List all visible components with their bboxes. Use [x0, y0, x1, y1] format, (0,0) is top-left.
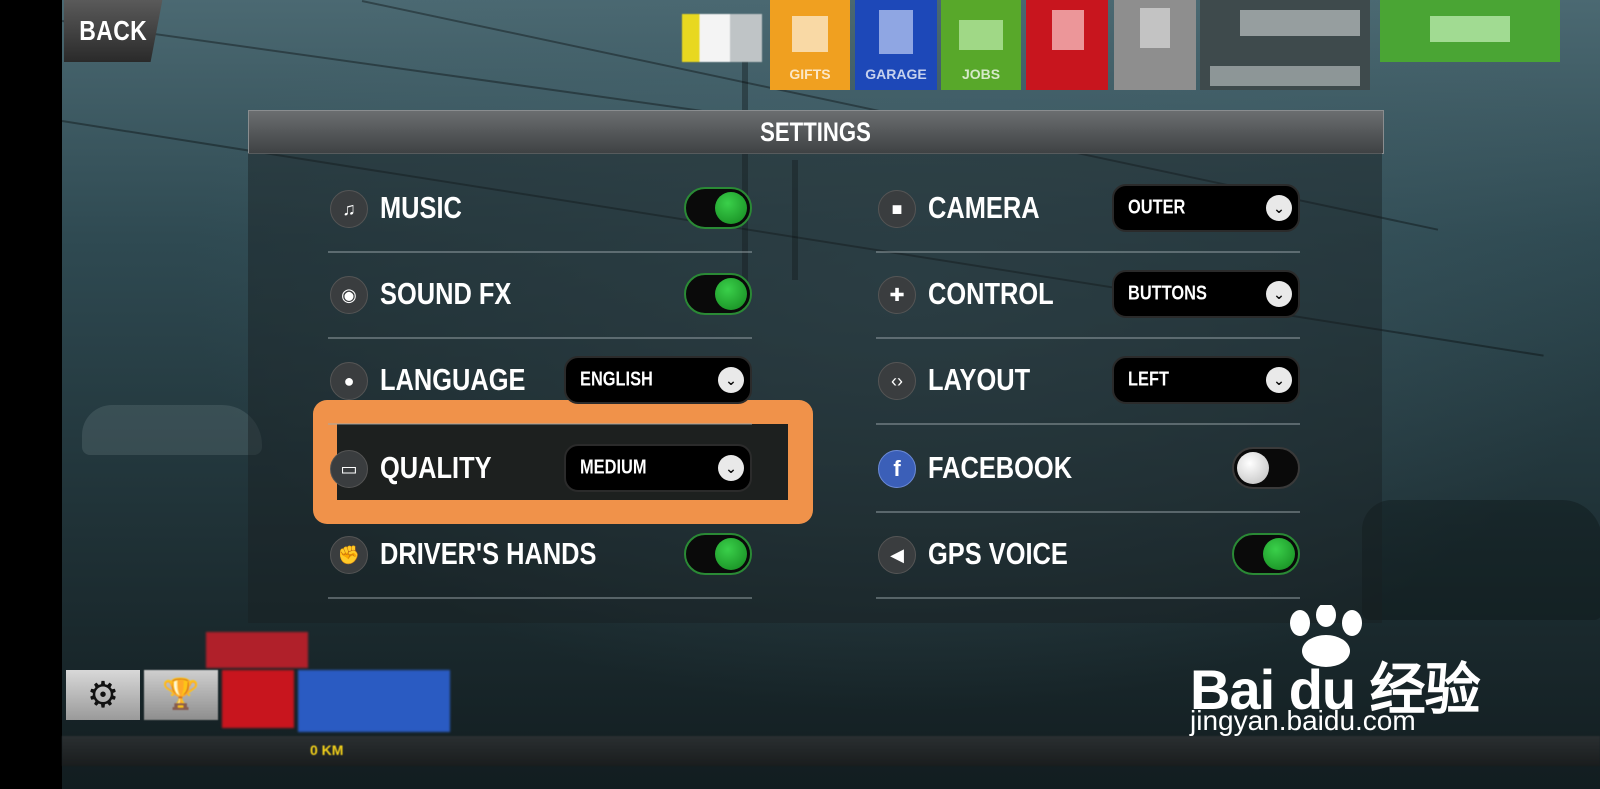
sound-fx-icon: ◉ — [330, 276, 368, 314]
setting-label: LAYOUT — [928, 362, 1031, 397]
select-value: ENGLISH — [580, 368, 653, 391]
back-button[interactable]: BACK — [64, 0, 163, 62]
drivers-hands-toggle[interactable] — [684, 533, 752, 575]
settings-title: SETTINGS — [760, 116, 872, 147]
setting-row-layout: ‹› LAYOUT LEFT ⌄ — [876, 337, 1300, 425]
setting-label: LANGUAGE — [380, 362, 526, 397]
setting-label: GPS VOICE — [928, 536, 1068, 571]
settings-title-bar: SETTINGS — [248, 110, 1384, 154]
gifts-tile[interactable]: GIFTS — [770, 0, 850, 90]
hand-icon: ✊ — [330, 536, 368, 574]
trophy-icon: 🏆 — [162, 678, 200, 711]
music-toggle[interactable] — [684, 187, 752, 229]
distance-readout: 0 KM — [310, 742, 344, 758]
camera-select[interactable]: OUTER ⌄ — [1112, 184, 1300, 232]
gear-icon: ⚙ — [86, 674, 120, 715]
facebook-toggle[interactable] — [1232, 447, 1300, 489]
jobs-label: JOBS — [961, 66, 1001, 82]
setting-label: MUSIC — [380, 190, 462, 225]
chevron-down-icon: ⌄ — [1266, 195, 1292, 221]
setting-label: SOUND FX — [380, 276, 512, 311]
grey-tile[interactable] — [1114, 0, 1196, 90]
setting-label: CONTROL — [928, 276, 1054, 311]
code-brackets-icon: ‹› — [878, 362, 916, 400]
garage-label: GARAGE — [865, 66, 927, 82]
toggle-knob — [1263, 538, 1295, 570]
red-tile[interactable] — [1026, 0, 1108, 90]
setting-label: DRIVER'S HANDS — [380, 536, 597, 571]
gifts-label: GIFTS — [789, 66, 831, 82]
gps-voice-toggle[interactable] — [1232, 533, 1300, 575]
setting-row-language: ● LANGUAGE ENGLISH ⌄ — [328, 337, 752, 425]
select-value: OUTER — [1128, 196, 1186, 219]
toggle-knob — [1237, 452, 1269, 484]
setting-row-control: ✚ CONTROL BUTTONS ⌄ — [876, 251, 1300, 339]
setting-label: FACEBOOK — [928, 450, 1073, 485]
monitor-icon: ▭ — [330, 450, 368, 488]
sound-fx-toggle[interactable] — [684, 273, 752, 315]
toggle-knob — [715, 278, 747, 310]
toggle-knob — [715, 538, 747, 570]
layout-select[interactable]: LEFT ⌄ — [1112, 356, 1300, 404]
green-right-tile[interactable] — [1380, 0, 1560, 62]
status-bar: 0 KM — [62, 736, 1600, 766]
music-note-icon: ♫ — [330, 190, 368, 228]
trophy-button[interactable]: 🏆 — [144, 670, 218, 720]
chevron-down-icon: ⌄ — [1266, 281, 1292, 307]
background-car — [82, 405, 262, 455]
jobs-tile[interactable]: JOBS — [941, 0, 1021, 90]
setting-row-quality: ▭ QUALITY MEDIUM ⌄ — [328, 425, 752, 513]
video-camera-icon: ■ — [878, 190, 916, 228]
chevron-down-icon: ⌄ — [718, 367, 744, 393]
baidu-watermark: Bai du 经验 jingyan.baidu.com — [1190, 605, 1481, 736]
facebook-share-button[interactable] — [298, 670, 450, 732]
coin-counter — [682, 14, 762, 62]
language-select[interactable]: ENGLISH ⌄ — [564, 356, 752, 404]
select-value: LEFT — [1128, 368, 1169, 391]
settings-gear-button[interactable]: ⚙ — [66, 670, 140, 720]
chevron-down-icon: ⌄ — [718, 455, 744, 481]
select-value: MEDIUM — [580, 456, 647, 479]
setting-row-music: ♫ MUSIC — [328, 165, 752, 253]
profile-tile[interactable] — [1200, 0, 1370, 90]
alert-button[interactable] — [222, 670, 294, 728]
control-select[interactable]: BUTTONS ⌄ — [1112, 270, 1300, 318]
setting-row-gps-voice: ◀ GPS VOICE — [876, 511, 1300, 599]
setting-label: QUALITY — [380, 450, 492, 485]
setting-label: CAMERA — [928, 190, 1040, 225]
facebook-icon: f — [878, 450, 916, 488]
quality-select[interactable]: MEDIUM ⌄ — [564, 444, 752, 492]
speaker-icon: ◀ — [878, 536, 916, 574]
gamepad-icon: ✚ — [878, 276, 916, 314]
select-value: BUTTONS — [1128, 282, 1207, 305]
setting-row-camera: ■ CAMERA OUTER ⌄ — [876, 165, 1300, 253]
setting-row-facebook: f FACEBOOK — [876, 425, 1300, 513]
setting-row-drivers-hands: ✊ DRIVER'S HANDS — [328, 511, 752, 599]
toggle-knob — [715, 192, 747, 224]
speech-bubble-icon: ● — [330, 362, 368, 400]
chevron-down-icon: ⌄ — [1266, 367, 1292, 393]
notification-badge — [206, 632, 308, 668]
garage-tile[interactable]: GARAGE — [855, 0, 937, 90]
background-truck — [1362, 500, 1600, 620]
watermark-url: jingyan.baidu.com — [1190, 705, 1416, 736]
setting-row-sound-fx: ◉ SOUND FX — [328, 251, 752, 339]
